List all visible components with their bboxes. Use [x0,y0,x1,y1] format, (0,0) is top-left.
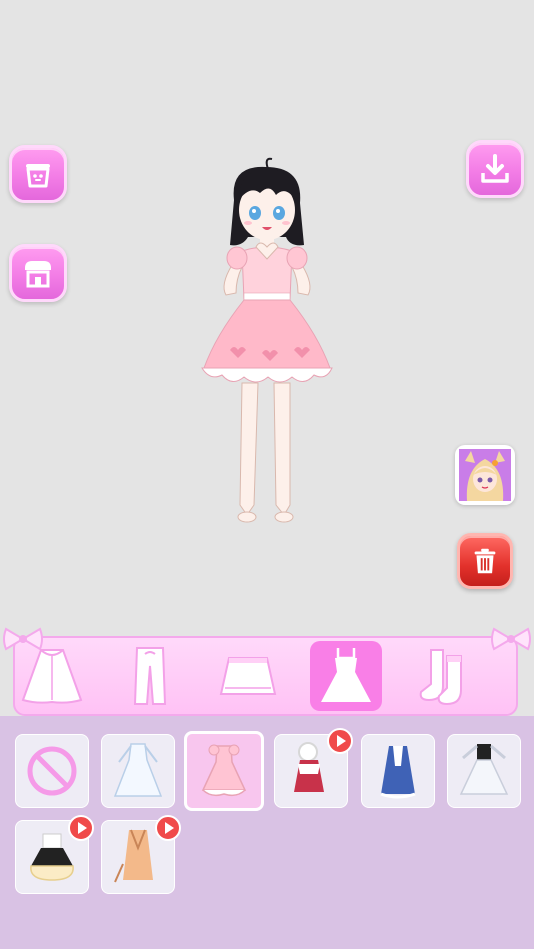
item-white-gown[interactable] [101,734,175,808]
dress-up-stage [0,0,534,716]
white-dress-icon [113,743,163,797]
dress-icon [321,648,371,702]
cape-icon [21,649,83,704]
category-outerwear[interactable] [16,641,88,711]
trash-icon [474,548,496,574]
socks-icon [419,649,462,706]
no-item-icon [27,746,77,796]
video-unlock-badge[interactable] [327,728,353,754]
blue-coat-icon [380,746,416,799]
item-blue-coat[interactable] [361,734,435,808]
pink-dress-icon [201,744,247,797]
pants-icon [133,647,167,705]
item-none[interactable] [15,734,89,808]
category-dress[interactable] [310,641,382,711]
character-avatar-icon [459,449,511,501]
item-pink-dress[interactable] [184,731,264,811]
trash-button[interactable] [457,533,513,589]
category-socks[interactable] [408,641,480,711]
basket-icon [26,164,50,188]
bow-decoration-icon [491,627,531,651]
skirt-icon [219,657,277,695]
shop-icon [25,261,51,288]
character-doll [201,157,333,523]
item-panel [0,716,534,949]
item-black-white-dress[interactable] [447,734,521,808]
download-button[interactable] [466,140,524,198]
avatar-button[interactable] [455,445,515,505]
black-dress-icon [459,744,509,795]
category-skirt[interactable] [212,641,284,711]
video-unlock-badge[interactable] [68,815,94,841]
download-icon [481,154,509,183]
video-unlock-badge[interactable] [155,815,181,841]
wardrobe-button[interactable] [9,145,67,203]
category-pants[interactable] [114,641,186,711]
shop-button[interactable] [9,244,67,302]
